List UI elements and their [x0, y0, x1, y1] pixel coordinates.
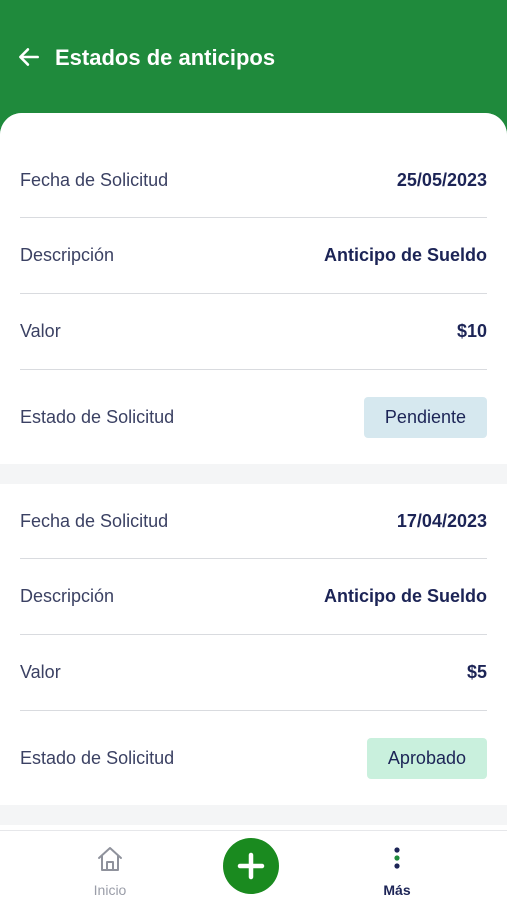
status-label: Estado de Solicitud [20, 748, 175, 768]
description-value: Anticipo de Sueldo [323, 586, 487, 606]
status-label: Estado de Solicitud [20, 407, 175, 427]
amount-label: Valor [20, 321, 61, 341]
content-sheet: Fecha de Solicitud 25/05/2023 Descripció… [0, 113, 507, 830]
nav-home[interactable]: Inicio [70, 845, 150, 898]
date-value: 25/05/2023 [396, 169, 487, 190]
amount-row: Valor $5 [20, 635, 487, 711]
description-label: Descripción [20, 586, 115, 606]
amount-value: $10 [456, 321, 487, 341]
date-row: Fecha de Solicitud 17/04/2023 [20, 484, 487, 559]
request-card: Fecha de Solicitud 25/05/2023 Descripció… [0, 113, 507, 464]
description-row: Descripción Anticipo de Sueldo [20, 218, 487, 294]
add-button[interactable] [223, 838, 279, 894]
date-row: Fecha de Solicitud 25/05/2023 [20, 113, 487, 218]
plus-icon [237, 852, 265, 880]
bottom-nav: Inicio Más [0, 830, 507, 900]
description-row: Descripción Anticipo de Sueldo [20, 559, 487, 635]
nav-more[interactable]: Más [357, 845, 437, 898]
date-value: 17/04/2023 [396, 510, 487, 531]
status-row: Estado de Solicitud Pendiente [20, 370, 487, 465]
amount-value: $5 [466, 662, 487, 682]
status-badge: Aprobado [366, 738, 487, 779]
more-vertical-icon [394, 847, 400, 869]
description-label: Descripción [20, 245, 115, 265]
status-badge: Pendiente [363, 397, 487, 438]
date-label: Fecha de Solicitud [20, 510, 169, 531]
amount-label: Valor [20, 662, 61, 682]
arrow-left-icon[interactable] [16, 44, 42, 70]
request-card: Fecha de Solicitud 17/04/2023 Descripció… [0, 484, 507, 805]
home-icon [98, 847, 122, 871]
nav-more-label: Más [383, 882, 411, 898]
description-value: Anticipo de Sueldo [323, 245, 487, 265]
status-row: Estado de Solicitud Aprobado [20, 711, 487, 806]
nav-home-label: Inicio [93, 882, 127, 898]
date-label: Fecha de Solicitud [20, 169, 169, 190]
page-title: Estados de anticipos [55, 45, 276, 70]
amount-row: Valor $10 [20, 294, 487, 370]
